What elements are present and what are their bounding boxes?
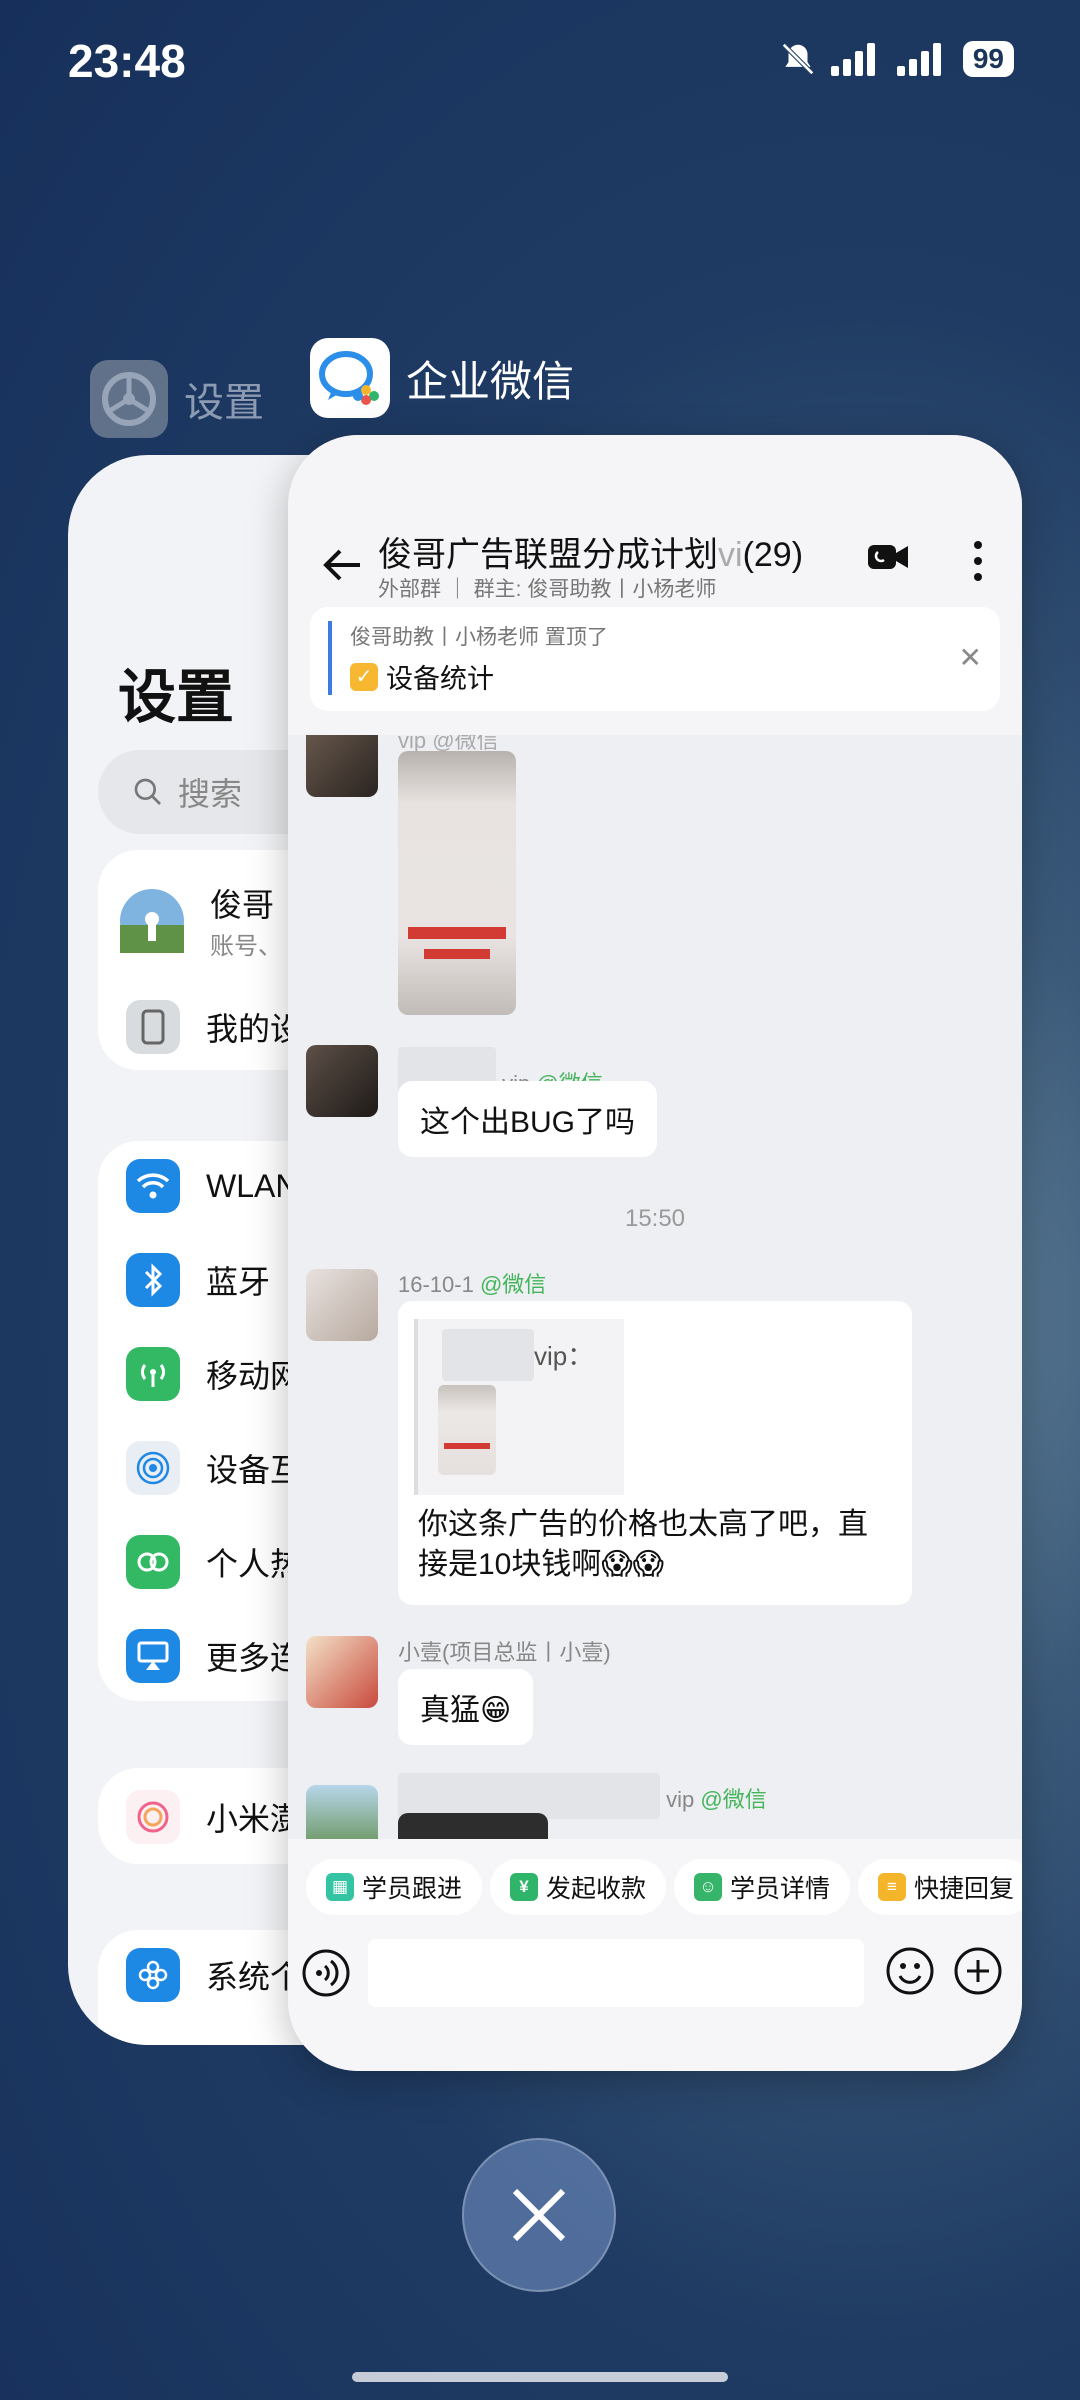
quick-reply-label: 快捷回复 bbox=[914, 1875, 1015, 1903]
user-icon: ☺ bbox=[694, 1873, 722, 1901]
checkbox-icon: ✓ bbox=[350, 662, 378, 691]
avatar[interactable] bbox=[306, 1636, 378, 1708]
quick-reply-label: 发起收款 bbox=[546, 1875, 647, 1903]
settings-row-xiaomi-hyperos[interactable]: 小米澎 bbox=[126, 1790, 302, 1844]
plus-icon[interactable] bbox=[952, 1945, 1004, 1997]
device-link-icon bbox=[126, 1441, 180, 1495]
quoted-message[interactable]: vip： bbox=[414, 1319, 624, 1495]
message-image[interactable] bbox=[398, 1813, 548, 1839]
blurred-name bbox=[442, 1329, 534, 1381]
settings-app-header[interactable]: 设置 bbox=[90, 360, 264, 438]
settings-row-my-device[interactable]: 我的设 bbox=[126, 1000, 302, 1054]
settings-row-wlan[interactable]: WLAN bbox=[126, 1159, 298, 1213]
emoji-icon[interactable] bbox=[884, 1945, 936, 1997]
sender-name: 16-10-1 bbox=[398, 1272, 474, 1297]
pinned-title-row: ✓ 设备统计 bbox=[350, 657, 494, 696]
search-icon bbox=[134, 778, 161, 805]
flower-icon bbox=[126, 1948, 180, 2002]
settings-page-title: 设置 bbox=[118, 665, 235, 730]
wecom-logo-icon bbox=[310, 338, 390, 418]
status-time: 23:48 bbox=[68, 35, 186, 87]
chat-input-bar: ▦ 学员跟进 ¥ 发起收款 ☺ 学员详情 ≡ 快捷回复 bbox=[288, 1839, 1022, 2071]
mute-bell-icon bbox=[781, 43, 814, 75]
avatar bbox=[120, 888, 184, 953]
more-options-icon[interactable] bbox=[972, 539, 984, 583]
close-icon bbox=[512, 2188, 566, 2242]
chat-title: 俊哥广告联盟分成计划vi(29) bbox=[378, 527, 803, 576]
signal-icon-2 bbox=[896, 43, 941, 76]
pinned-title: 设备统计 bbox=[386, 664, 494, 694]
message-image[interactable] bbox=[398, 751, 516, 1015]
settings-row-device-link[interactable]: 设备互 bbox=[126, 1441, 302, 1495]
message-sender: 小壹(项目总监丨小壹) bbox=[398, 1640, 611, 1665]
wifi-icon bbox=[126, 1159, 180, 1213]
wecom-app-card[interactable]: 俊哥广告联盟分成计划vi(29) 外部群 ｜ 群主: 俊哥助教丨小杨老师 俊哥助… bbox=[288, 435, 1022, 2071]
phone-icon bbox=[126, 1000, 180, 1054]
quoted-image bbox=[438, 1385, 496, 1475]
pinned-announcement[interactable]: 俊哥助教丨小杨老师 置顶了 ✓ 设备统计 ✕ bbox=[310, 607, 1000, 711]
quick-reply-student-followup[interactable]: ▦ 学员跟进 bbox=[306, 1859, 483, 1915]
pinned-by: 俊哥助教丨小杨老师 置顶了 bbox=[350, 626, 608, 649]
message-bubble[interactable]: 真猛😁 bbox=[398, 1669, 534, 1745]
airplay-icon bbox=[126, 1629, 180, 1683]
signal-icon bbox=[830, 43, 875, 76]
settings-row-more-connections[interactable]: 更多连 bbox=[126, 1629, 302, 1683]
back-arrow-icon[interactable] bbox=[312, 535, 372, 595]
battery-level: 99 bbox=[962, 41, 1014, 77]
settings-gear-icon bbox=[90, 360, 168, 438]
quoted-sender-suffix: vip： bbox=[534, 1341, 594, 1371]
quick-reply-label: 学员跟进 bbox=[362, 1875, 463, 1903]
wecom-app-name: 企业微信 bbox=[406, 357, 575, 405]
home-indicator[interactable] bbox=[352, 2372, 728, 2382]
message-bubble[interactable]: 这个出BUG了吗 bbox=[398, 1081, 658, 1157]
avatar[interactable] bbox=[306, 1269, 378, 1341]
quoted-sender: vip： bbox=[442, 1329, 593, 1381]
chat-bubble-icon: ≡ bbox=[878, 1873, 906, 1901]
search-placeholder: 搜索 bbox=[178, 776, 243, 812]
account-name: 俊哥 bbox=[210, 887, 275, 923]
bluetooth-icon bbox=[126, 1253, 180, 1307]
avatar[interactable] bbox=[306, 1785, 378, 1839]
close-icon[interactable]: ✕ bbox=[959, 641, 982, 674]
time-separator: 15:50 bbox=[624, 1205, 686, 1232]
cellular-icon bbox=[126, 1347, 180, 1401]
settings-row-bluetooth[interactable]: 蓝牙 bbox=[126, 1253, 270, 1307]
clear-recents-button[interactable] bbox=[462, 2138, 616, 2292]
avatar[interactable] bbox=[306, 735, 378, 797]
chat-member-count: (29) bbox=[742, 536, 804, 574]
voice-input-icon[interactable] bbox=[300, 1947, 352, 1999]
settings-app-name: 设置 bbox=[184, 381, 264, 425]
quick-reply-label: 学员详情 bbox=[730, 1875, 831, 1903]
video-call-icon[interactable] bbox=[866, 541, 910, 573]
student-followup-icon: ▦ bbox=[326, 1873, 354, 1901]
quick-reply-shortcut[interactable]: ≡ 快捷回复 bbox=[858, 1859, 1022, 1915]
wechat-tag: @微信 bbox=[700, 1787, 767, 1812]
settings-row-label: WLAN bbox=[206, 1167, 299, 1204]
settings-row-cellular[interactable]: 移动网 bbox=[126, 1347, 302, 1401]
chat-subtitle: 外部群 ｜ 群主: 俊哥助教丨小杨老师 bbox=[378, 578, 717, 601]
message-bubble[interactable]: vip： 你这条广告的价格也太高了吧，直接是10块钱啊😱😱 bbox=[398, 1301, 912, 1605]
quick-reply-collect-payment[interactable]: ¥ 发起收款 bbox=[490, 1859, 667, 1915]
settings-row-hotspot[interactable]: 个人热 bbox=[126, 1535, 302, 1589]
status-icons: 99 bbox=[779, 40, 1014, 78]
quick-reply-student-details[interactable]: ☺ 学员详情 bbox=[674, 1859, 851, 1915]
message-sender: 16-10-1 @微信 bbox=[398, 1267, 546, 1299]
chat-title-text: 俊哥广告联盟分成计划 bbox=[378, 536, 718, 574]
settings-row-system[interactable]: 系统个 bbox=[126, 1948, 302, 2002]
account-row[interactable]: 俊哥 账号、 bbox=[120, 880, 282, 961]
message-text: 你这条广告的价格也太高了吧，直接是10块钱啊😱😱 bbox=[418, 1508, 868, 1581]
wechat-tag: @微信 bbox=[479, 1272, 547, 1297]
settings-row-label: 蓝牙 bbox=[206, 1264, 271, 1300]
message-list[interactable]: vip @微信 vip @微信 这个出BUG了吗 15:50 16-10-1 @… bbox=[288, 735, 1022, 1839]
hyperos-icon bbox=[126, 1790, 180, 1844]
wecom-app-header[interactable]: 企业微信 bbox=[310, 338, 574, 418]
pinned-accent-bar bbox=[328, 621, 332, 695]
message-input[interactable] bbox=[368, 1939, 864, 2007]
account-sub: 账号、 bbox=[210, 933, 282, 960]
hotspot-icon bbox=[126, 1535, 180, 1589]
payment-shield-icon: ¥ bbox=[510, 1873, 538, 1901]
avatar[interactable] bbox=[306, 1045, 378, 1117]
sender-suffix: vip bbox=[666, 1787, 695, 1812]
chat-title-fade: vi bbox=[718, 536, 743, 574]
